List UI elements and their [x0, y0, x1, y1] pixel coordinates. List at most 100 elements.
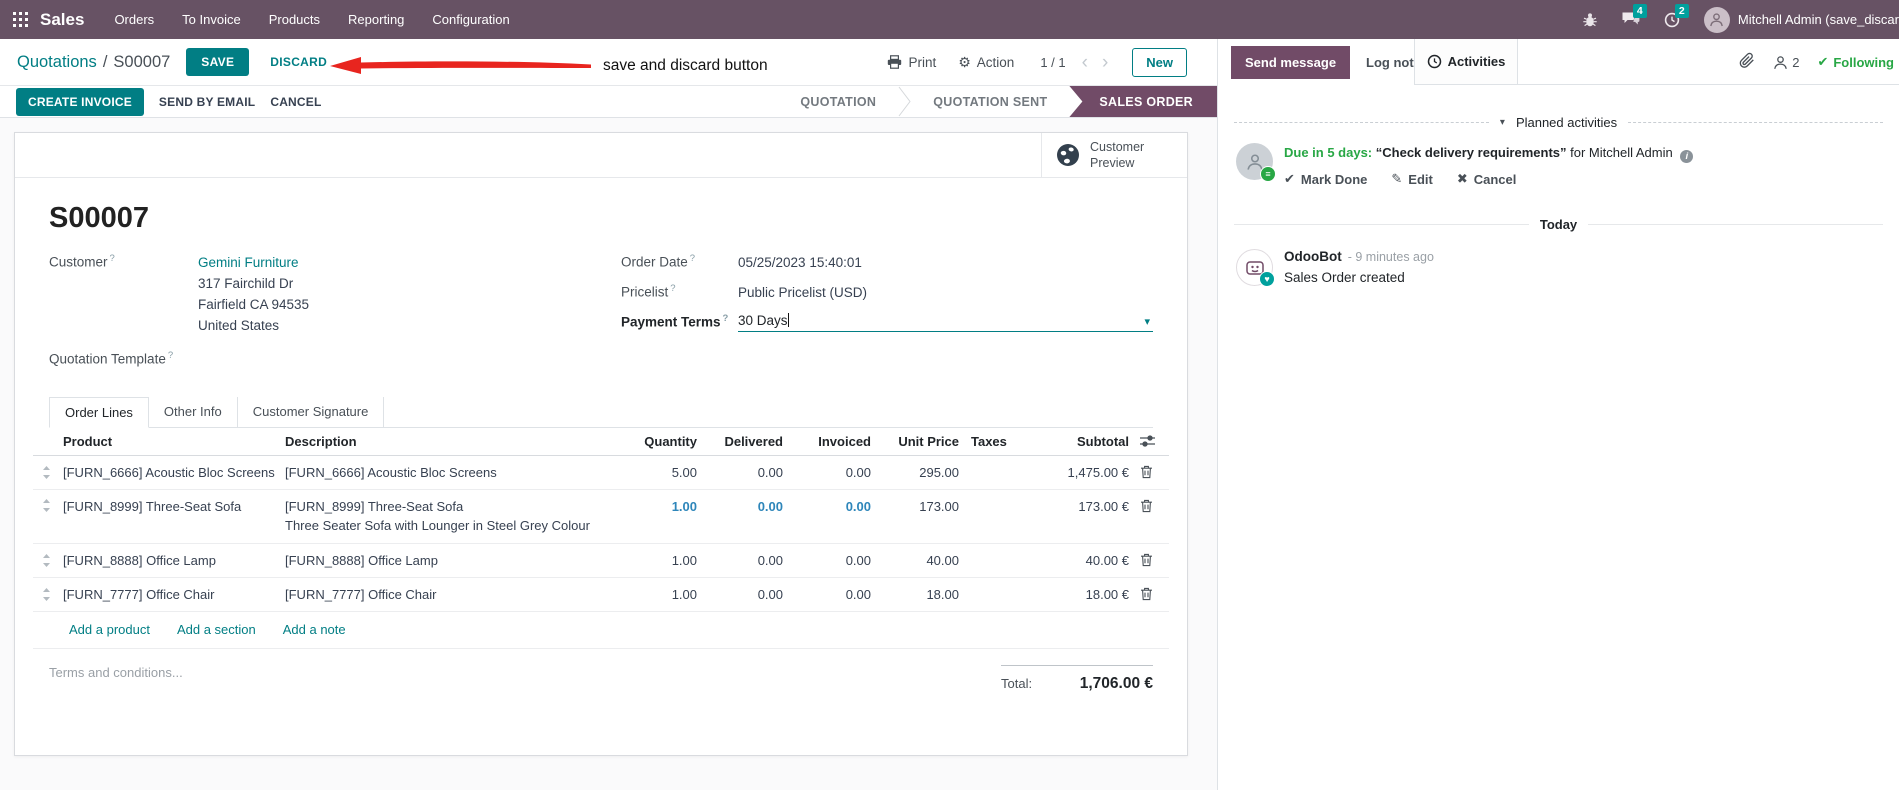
apps-grid-icon[interactable] [13, 12, 28, 27]
app-name[interactable]: Sales [40, 10, 84, 30]
drag-handle-icon[interactable] [33, 490, 59, 521]
optional-columns-icon[interactable] [1133, 433, 1167, 449]
mark-done-button[interactable]: ✔ Mark Done [1284, 171, 1367, 187]
drag-handle-icon[interactable] [33, 464, 59, 481]
following-button[interactable]: ✔ Following [1817, 54, 1894, 70]
line-unit-price[interactable]: 295.00 [875, 463, 963, 482]
tab-other-info[interactable]: Other Info [149, 396, 238, 427]
menu-to-invoice[interactable]: To Invoice [182, 12, 241, 27]
send-by-email-button[interactable]: SEND BY EMAIL [159, 95, 255, 109]
order-line-row[interactable]: [FURN_7777] Office Chair [FURN_7777] Off… [33, 578, 1169, 612]
col-description[interactable]: Description [281, 432, 637, 451]
line-product[interactable]: [FURN_8999] Three-Seat Sofa [59, 490, 281, 523]
info-icon[interactable]: i [1680, 150, 1694, 163]
delete-line-icon[interactable] [1133, 551, 1167, 569]
line-quantity[interactable]: 5.00 [637, 463, 701, 482]
action-menu[interactable]: ⚙ Action [958, 54, 1014, 71]
line-product[interactable]: [FURN_7777] Office Chair [59, 585, 281, 604]
pricelist-field[interactable]: Pricelist? Public Pricelist (USD) [621, 283, 1153, 303]
cancel-button[interactable]: CANCEL [270, 95, 321, 109]
discard-button[interactable]: DISCARD [270, 55, 327, 69]
menu-orders[interactable]: Orders [114, 12, 154, 27]
terms-placeholder[interactable]: Terms and conditions... [49, 665, 1001, 680]
col-unit-price[interactable]: Unit Price [875, 432, 963, 451]
line-invoiced[interactable]: 0.00 [787, 490, 875, 523]
save-button[interactable]: SAVE [186, 48, 250, 76]
stage-quotation-sent[interactable]: QUOTATION SENT [911, 86, 1069, 117]
line-quantity[interactable]: 1.00 [637, 490, 701, 523]
col-quantity[interactable]: Quantity [637, 432, 701, 451]
quotation-template-field[interactable]: Quotation Template? [49, 350, 621, 367]
line-quantity[interactable]: 1.00 [637, 585, 701, 604]
line-unit-price[interactable]: 40.00 [875, 551, 963, 570]
line-taxes[interactable] [963, 470, 1027, 474]
line-description[interactable]: [FURN_8888] Office Lamp [281, 551, 637, 570]
pager-next-icon[interactable]: › [1102, 53, 1108, 72]
line-subtotal[interactable]: 173.00 € [1027, 490, 1133, 523]
line-taxes[interactable] [963, 558, 1027, 562]
menu-reporting[interactable]: Reporting [348, 12, 404, 27]
pager-prev-icon[interactable]: ‹ [1082, 53, 1088, 72]
create-invoice-button[interactable]: CREATE INVOICE [16, 87, 144, 116]
cancel-activity-button[interactable]: ✖ Cancel [1457, 171, 1517, 187]
order-line-row[interactable]: [FURN_8888] Office Lamp [FURN_8888] Offi… [33, 544, 1169, 578]
delete-line-icon[interactable] [1133, 463, 1167, 481]
activities-clock-icon[interactable]: 2 [1664, 3, 1689, 28]
line-product[interactable]: [FURN_6666] Acoustic Bloc Screens [59, 463, 281, 482]
line-subtotal[interactable]: 18.00 € [1027, 585, 1133, 604]
order-line-row[interactable]: [FURN_6666] Acoustic Bloc Screens [FURN_… [33, 456, 1169, 490]
message-author[interactable]: OdooBot [1284, 249, 1342, 264]
add-section-link[interactable]: Add a section [177, 622, 256, 637]
attachment-paperclip-icon[interactable] [1739, 52, 1755, 72]
tab-order-lines[interactable]: Order Lines [49, 396, 149, 428]
delete-line-icon[interactable] [1133, 490, 1167, 522]
user-menu[interactable]: Mitchell Admin (save_discar [1703, 6, 1899, 33]
debug-bug-icon[interactable] [1582, 12, 1598, 28]
line-unit-price[interactable]: 18.00 [875, 585, 963, 604]
order-line-row[interactable]: [FURN_8999] Three-Seat Sofa [FURN_8999] … [33, 490, 1169, 544]
line-delivered[interactable]: 0.00 [701, 463, 787, 482]
tab-customer-signature[interactable]: Customer Signature [238, 396, 385, 427]
line-product[interactable]: [FURN_8888] Office Lamp [59, 551, 281, 570]
messages-icon[interactable]: 4 [1622, 4, 1647, 27]
print-menu[interactable]: Print [887, 55, 936, 70]
add-product-link[interactable]: Add a product [69, 622, 150, 637]
line-delivered[interactable]: 0.00 [701, 585, 787, 604]
line-subtotal[interactable]: 1,475.00 € [1027, 463, 1133, 482]
menu-configuration[interactable]: Configuration [432, 12, 509, 27]
breadcrumb-quotations-link[interactable]: Quotations [17, 53, 97, 72]
col-delivered[interactable]: Delivered [701, 432, 787, 451]
line-quantity[interactable]: 1.00 [637, 551, 701, 570]
line-description[interactable]: [FURN_7777] Office Chair [281, 585, 637, 604]
stage-sales-order[interactable]: SALES ORDER [1069, 86, 1217, 117]
order-date-field[interactable]: Order Date? 05/25/2023 15:40:01 [621, 253, 1153, 273]
customer-link[interactable]: Gemini Furniture [198, 253, 309, 273]
payment-terms-input[interactable]: 30 Days ▾ [738, 313, 1153, 332]
customer-preview-button[interactable]: Customer Preview [1041, 133, 1187, 177]
pricelist-value[interactable]: Public Pricelist (USD) [738, 283, 867, 303]
order-date-value[interactable]: 05/25/2023 15:40:01 [738, 253, 862, 273]
line-description[interactable]: [FURN_6666] Acoustic Bloc Screens [281, 463, 637, 482]
line-unit-price[interactable]: 173.00 [875, 490, 963, 523]
stage-quotation[interactable]: QUOTATION [778, 86, 898, 117]
add-note-link[interactable]: Add a note [283, 622, 346, 637]
menu-products[interactable]: Products [269, 12, 320, 27]
col-invoiced[interactable]: Invoiced [787, 432, 875, 451]
drag-handle-icon[interactable] [33, 552, 59, 569]
log-note-button[interactable]: Log note [1366, 55, 1421, 70]
col-subtotal[interactable]: Subtotal [1027, 432, 1133, 451]
edit-activity-button[interactable]: ✎ Edit [1391, 171, 1432, 187]
collapse-caret-icon[interactable]: ▾ [1500, 117, 1505, 128]
drag-handle-icon[interactable] [33, 586, 59, 603]
line-delivered[interactable]: 0.00 [701, 551, 787, 570]
new-button[interactable]: New [1132, 47, 1187, 77]
line-invoiced[interactable]: 0.00 [787, 551, 875, 570]
delete-line-icon[interactable] [1133, 585, 1167, 603]
line-taxes[interactable] [963, 490, 1027, 508]
line-description[interactable]: [FURN_8999] Three-Seat Sofa Three Seater… [281, 490, 637, 543]
activities-tab[interactable]: Activities [1414, 39, 1518, 84]
line-subtotal[interactable]: 40.00 € [1027, 551, 1133, 570]
send-message-button[interactable]: Send message [1231, 45, 1351, 79]
line-invoiced[interactable]: 0.00 [787, 585, 875, 604]
followers-button[interactable]: 2 [1773, 55, 1799, 70]
